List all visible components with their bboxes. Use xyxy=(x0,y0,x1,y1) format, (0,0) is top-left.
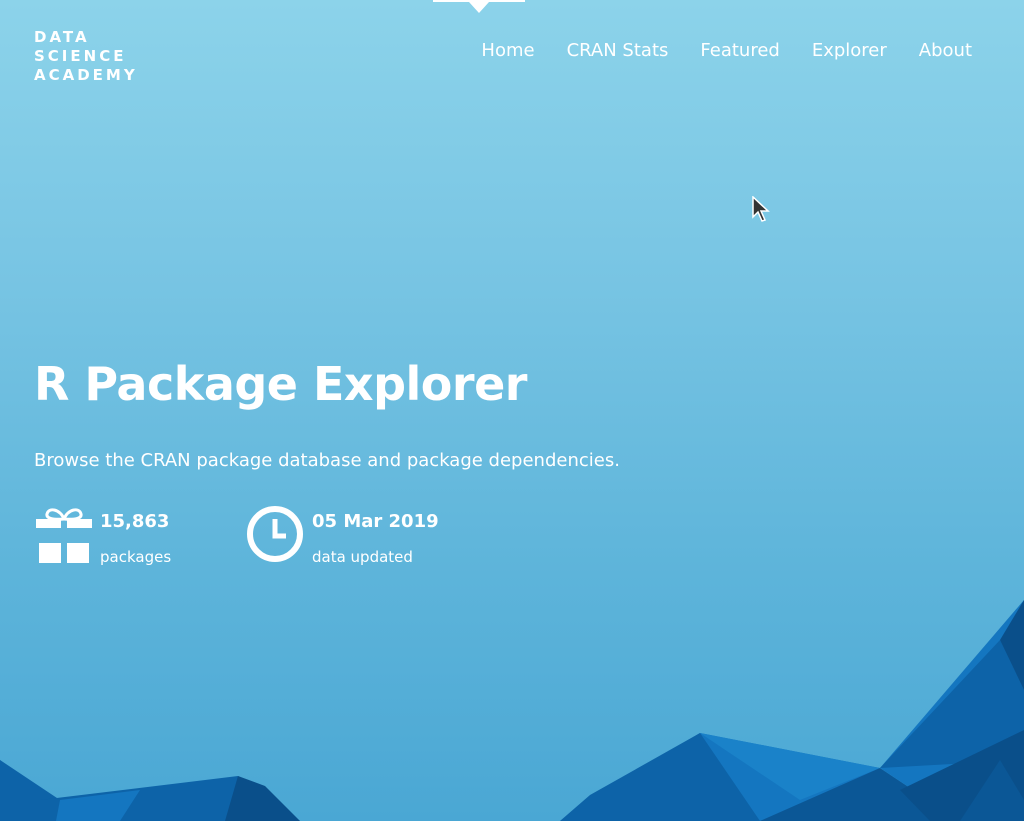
nav-link-explorer[interactable]: Explorer xyxy=(812,40,887,61)
package-count-label: packages xyxy=(100,548,172,566)
hero-section: DATA SCIENCE ACADEMY Home CRAN Stats Fea… xyxy=(0,0,1024,821)
package-count: 15,863 xyxy=(100,511,170,532)
stat-updated-text: 05 Mar 2019 data updated xyxy=(312,505,439,567)
logo-line-academy: ACADEMY xyxy=(34,66,138,84)
main-nav: Home CRAN Stats Featured Explorer About xyxy=(481,40,972,61)
stat-data-updated: 05 Mar 2019 data updated xyxy=(246,505,439,567)
mouse-cursor xyxy=(752,196,770,222)
low-poly-mountains xyxy=(0,600,1024,821)
data-updated-date: 05 Mar 2019 xyxy=(312,511,439,532)
site-logo[interactable]: DATA SCIENCE ACADEMY xyxy=(34,28,164,85)
stat-packages: 15,863 packages xyxy=(34,505,171,567)
logo-line-science: SCIENCE xyxy=(34,47,127,65)
nav-link-cran-stats[interactable]: CRAN Stats xyxy=(567,40,669,61)
nav-link-featured[interactable]: Featured xyxy=(700,40,779,61)
clock-icon xyxy=(247,506,303,562)
stat-packages-text: 15,863 packages xyxy=(100,505,171,567)
nav-link-home[interactable]: Home xyxy=(481,40,534,61)
page-subtitle: Browse the CRAN package database and pac… xyxy=(34,450,620,471)
active-nav-indicator xyxy=(433,0,525,13)
data-updated-label: data updated xyxy=(312,548,413,566)
logo-line-data: DATA xyxy=(34,28,90,46)
gift-icon xyxy=(36,508,92,563)
nav-link-about[interactable]: About xyxy=(919,40,972,61)
page-title: R Package Explorer xyxy=(34,357,527,411)
